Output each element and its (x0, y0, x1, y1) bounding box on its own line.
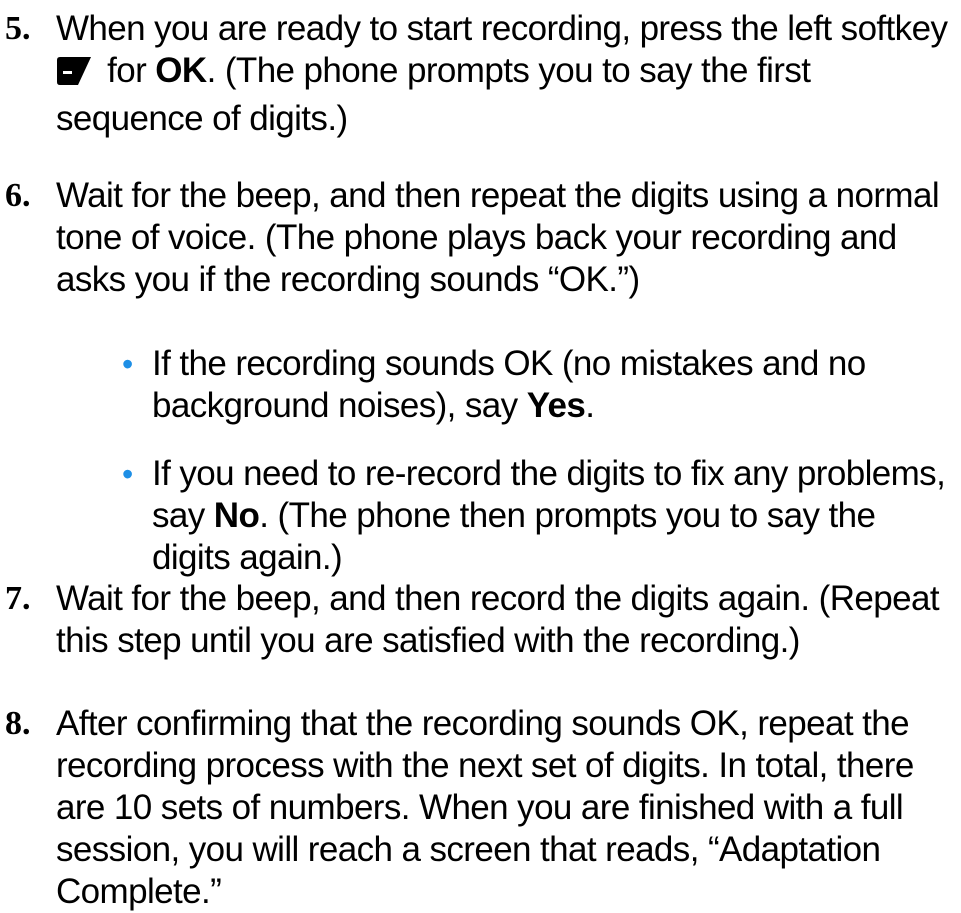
instruction-page: 5. When you are ready to start recording… (0, 0, 961, 911)
softkey-label-ok: OK (155, 51, 207, 90)
bullet-dot-icon: • (122, 346, 134, 382)
keyword-no: No (213, 496, 260, 535)
step-number: 6. (5, 177, 31, 214)
left-softkey-icon (56, 54, 92, 98)
step-text-fragment: for (98, 51, 156, 90)
step-text: When you are ready to start recording, p… (56, 8, 956, 140)
step-number: 7. (5, 580, 31, 617)
bullet-text: If the recording sounds OK (no mistakes … (152, 344, 866, 425)
step-text: Wait for the beep, and then record the d… (56, 579, 940, 660)
step-text: After confirming that the recording soun… (56, 704, 914, 911)
step-number: 5. (5, 10, 31, 47)
bullet-text: If you need to re-record the digits to f… (152, 454, 946, 577)
step-text-line: When you are ready to start recording, p… (56, 9, 948, 48)
step-number: 8. (5, 705, 31, 742)
keyword-yes: Yes (526, 386, 586, 425)
bullet-dot-icon: • (122, 456, 134, 492)
step-text: Wait for the beep, and then repeat the d… (56, 176, 940, 299)
